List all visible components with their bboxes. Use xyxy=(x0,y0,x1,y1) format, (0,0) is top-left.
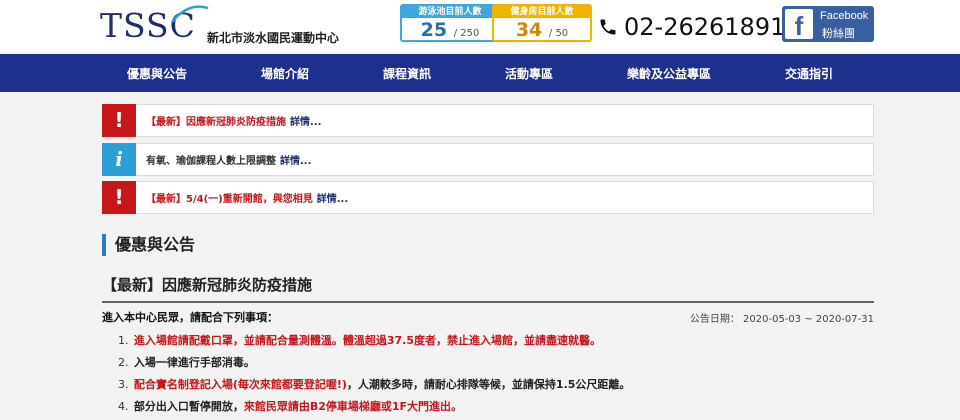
site-header: TSSC 新北市淡水國民運動中心 游泳池目前人數 25 / 250 健身房目前人… xyxy=(0,0,960,52)
nav-item-courses[interactable]: 課程資訊 xyxy=(383,65,431,82)
section-title: 優惠與公告 xyxy=(102,234,195,256)
notice-item[interactable]: i 有氧、瑜伽課程人數上限調整 詳情... xyxy=(102,142,874,176)
pool-counter-title: 游泳池目前人數 xyxy=(402,6,498,18)
facebook-icon: f xyxy=(785,9,813,41)
announcement-date: 公告日期： 2020-05-03 ~ 2020-07-31 xyxy=(689,314,874,325)
nav-item-events[interactable]: 活動專區 xyxy=(505,65,553,82)
notice-more-link[interactable]: 詳情... xyxy=(280,156,311,167)
list-item: 4. 部分出入口暫停開放，來館民眾請由B2停車場梯廳或1F大門進出。 xyxy=(118,400,463,413)
notice-more-link[interactable]: 詳情... xyxy=(317,194,348,205)
list-item: 2. 入場一律進行手部消毒。 xyxy=(118,356,255,369)
gym-counter-value: 34 xyxy=(515,19,543,41)
list-item: 1. 進入場館請配戴口罩，並請配合量測體溫。體溫超過37.5度者，禁止進入場館，… xyxy=(118,334,601,347)
notice-item[interactable]: ! 【最新】因應新冠肺炎防疫措施 詳情... xyxy=(102,103,874,137)
notice-text: 【最新】5/4(一)重新開館，與您相見 xyxy=(146,194,313,205)
notice-more-link[interactable]: 詳情... xyxy=(290,117,321,128)
logo-swoosh-icon xyxy=(171,5,209,23)
main-nav: 優惠與公告 場館介紹 課程資訊 活動專區 樂齡及公益專區 交通指引 xyxy=(0,54,960,92)
notice-text: 有氧、瑜伽課程人數上限調整 xyxy=(146,156,276,167)
gym-counter: 健身房目前人數 34 / 50 xyxy=(492,4,592,42)
nav-item-senior-charity[interactable]: 樂齡及公益專區 xyxy=(627,65,711,82)
nav-item-venue[interactable]: 場館介紹 xyxy=(261,65,309,82)
phone-icon xyxy=(600,19,616,35)
nav-item-promotions[interactable]: 優惠與公告 xyxy=(127,65,187,82)
facebook-fanpage-label: 粉絲團 xyxy=(822,27,855,40)
notice-text: 【最新】因應新冠肺炎防疫措施 xyxy=(146,117,286,128)
rules-list: 1. 進入場館請配戴口罩，並請配合量測體溫。體溫超過37.5度者，禁止進入場館，… xyxy=(118,333,878,420)
pool-counter-capacity: / 250 xyxy=(453,28,480,39)
pool-counter: 游泳池目前人數 25 / 250 xyxy=(400,4,500,42)
logo-subtitle: 新北市淡水國民運動中心 xyxy=(207,31,340,45)
alert-icon: ! xyxy=(102,180,136,214)
pool-counter-value: 25 xyxy=(420,19,448,41)
facebook-button[interactable]: f Facebook 粉絲團 xyxy=(782,6,874,42)
gym-counter-title: 健身房目前人數 xyxy=(494,6,590,18)
article-title: 【最新】因應新冠肺炎防疫措施 xyxy=(102,274,874,303)
facebook-label: Facebook xyxy=(820,10,869,22)
site-logo[interactable]: TSSC 新北市淡水國民運動中心 xyxy=(100,4,340,50)
alert-icon: ! xyxy=(102,103,136,137)
gym-counter-capacity: / 50 xyxy=(548,28,569,39)
info-icon: i xyxy=(102,142,136,176)
notice-item[interactable]: ! 【最新】5/4(一)重新開館，與您相見 詳情... xyxy=(102,180,874,214)
phone-number: 02-26261891 xyxy=(624,13,786,41)
list-item: 3. 配合實名制登記入場(每次來館都要登記喔!)，人潮較多時，請耐心排隊等候，並… xyxy=(118,378,631,391)
article-intro: 進入本中心民眾，請配合下列事項： xyxy=(102,311,278,324)
nav-item-transport[interactable]: 交通指引 xyxy=(785,65,833,82)
phone-contact[interactable]: 02-26261891 xyxy=(598,12,785,42)
